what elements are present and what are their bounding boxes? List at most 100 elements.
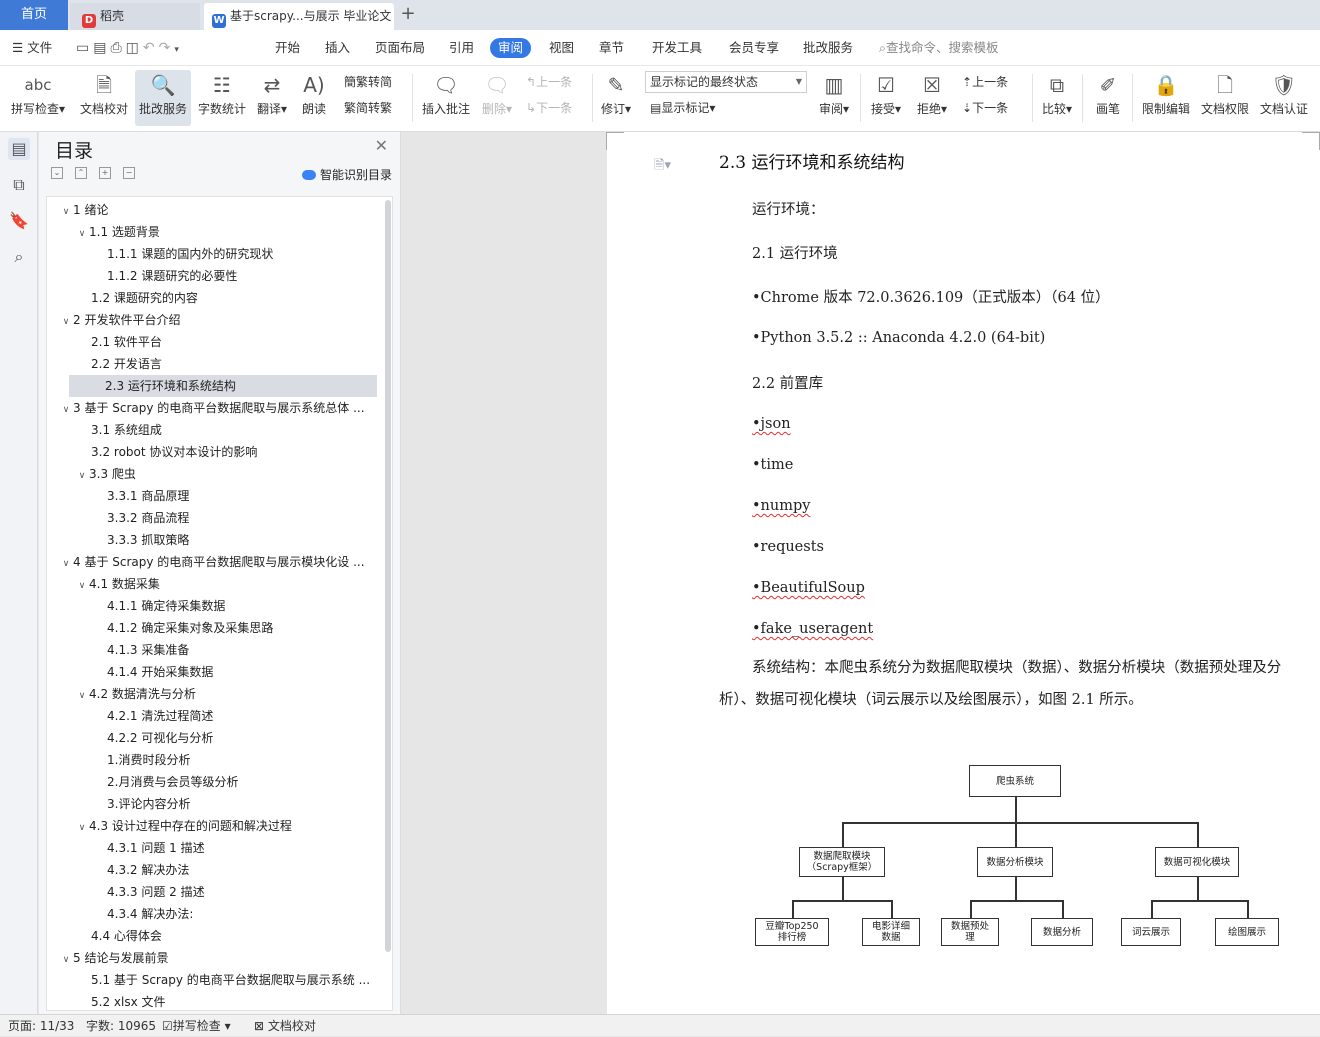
smart-toc-button[interactable]: 智能识别目录	[301, 166, 392, 183]
doc-proofread-button[interactable]: 🗎 文档校对	[76, 70, 132, 126]
pen-button[interactable]: ✐ 画笔	[1088, 70, 1128, 126]
close-icon[interactable]: ✕	[375, 136, 388, 155]
toc-item[interactable]: 3.3.1 商品原理	[47, 485, 377, 507]
chevron-down-icon[interactable]: ∨	[59, 949, 73, 969]
export-pdf-icon[interactable]: ▤	[93, 40, 110, 56]
word-count-button[interactable]: ☷ 字数统计	[194, 70, 250, 126]
file-menu[interactable]: ☰ 文件	[12, 38, 52, 58]
toc-item[interactable]: 2.2 开发语言	[47, 353, 377, 375]
toc-item[interactable]: 4.3.1 问题 1 描述	[47, 837, 377, 859]
page-indicator[interactable]: 页面: 11/33	[8, 1015, 74, 1037]
markup-state-select[interactable]: 显示标记的最终状态 ▼	[645, 71, 807, 93]
toc-panel-icon[interactable]: ▤	[8, 138, 30, 160]
toc-item[interactable]: ∨ 4.2 数据清洗与分析	[47, 683, 377, 705]
new-tab-button[interactable]: +	[398, 3, 418, 27]
menu-start[interactable]: 开始	[275, 38, 300, 58]
chevron-down-icon[interactable]: ∨	[59, 553, 73, 573]
toc-item[interactable]: ∨ 2 开发软件平台介绍	[47, 309, 377, 331]
print-icon[interactable]: ⎙	[110, 40, 125, 56]
translate-button[interactable]: ⇄ 翻译▾	[252, 70, 292, 126]
chevron-down-icon[interactable]: ∨	[59, 311, 73, 331]
menu-review[interactable]: 审阅	[490, 38, 532, 58]
read-aloud-button[interactable]: A) 朗读	[296, 70, 332, 126]
command-search[interactable]: ⌕查找命令、搜索模板	[879, 38, 999, 58]
collapse-all-icon[interactable]: ⌄	[51, 167, 63, 179]
add-level-icon[interactable]: +	[99, 167, 111, 179]
menu-insert[interactable]: 插入	[325, 38, 350, 58]
tab-daoke[interactable]: D 稻壳	[70, 3, 200, 30]
chevron-down-icon[interactable]: ∨	[59, 399, 73, 419]
spell-check-status[interactable]: ☑拼写检查 ▾	[162, 1015, 231, 1037]
toc-item[interactable]: 4.1.3 采集准备	[47, 639, 377, 661]
toc-item[interactable]: ∨ 3 基于 Scrapy 的电商平台数据爬取与展示系统总体 ...	[47, 397, 377, 419]
toc-item[interactable]: 1.2 课题研究的内容	[47, 287, 377, 309]
word-count-indicator[interactable]: 字数: 10965	[86, 1015, 156, 1037]
toc-item[interactable]: 4.2.2 可视化与分析	[47, 727, 377, 749]
print-preview-icon[interactable]: ◫	[126, 40, 143, 56]
bookmark-icon[interactable]: 🔖	[8, 210, 30, 232]
toc-item[interactable]: 4.1.2 确定采集对象及采集思路	[47, 617, 377, 639]
page-menu-icon[interactable]: 🗎▾	[654, 156, 671, 178]
toc-item[interactable]: ∨ 5 结论与发展前景	[47, 947, 377, 969]
toc-item[interactable]: 4.3.2 解决办法	[47, 859, 377, 881]
compare-button[interactable]: ⧉ 比较▾	[1038, 70, 1076, 126]
spell-check-button[interactable]: abc 拼写检查▾	[6, 70, 70, 126]
customize-dropdown-icon[interactable]: ▾	[174, 45, 183, 55]
review-pane-button[interactable]: ▥ 审阅▾	[814, 70, 854, 126]
menu-chapter[interactable]: 章节	[599, 38, 624, 58]
toc-item[interactable]: 3.2 robot 协议对本设计的影响	[47, 441, 377, 463]
chevron-down-icon[interactable]: ∨	[75, 685, 89, 705]
undo-icon[interactable]: ↶	[143, 40, 159, 56]
toc-item[interactable]: 4.1.1 确定待采集数据	[47, 595, 377, 617]
toc-item[interactable]: ∨ 3.3 爬虫	[47, 463, 377, 485]
expand-all-icon[interactable]: ⌃	[75, 167, 87, 179]
next-change-button[interactable]: ⇣下一条	[962, 98, 1008, 118]
delete-comment-button[interactable]: 🗨 删除▾	[478, 70, 516, 126]
toc-item[interactable]: ∨ 1.1 选题背景	[47, 221, 377, 243]
toc-item[interactable]: ∨ 4.1 数据采集	[47, 573, 377, 595]
tab-home[interactable]: 首页	[0, 0, 68, 30]
prev-comment-button[interactable]: ↰上一条	[526, 72, 572, 92]
doc-permission-button[interactable]: 🗋 文档权限	[1197, 70, 1253, 126]
toc-item[interactable]: 4.2.1 清洗过程简述	[47, 705, 377, 727]
toc-item[interactable]: 1.消费时段分析	[47, 749, 377, 771]
toc-item[interactable]: 3.3.2 商品流程	[47, 507, 377, 529]
proofread-status[interactable]: ⊠ 文档校对	[254, 1015, 316, 1037]
remove-level-icon[interactable]: −	[123, 167, 135, 179]
tab-document[interactable]: W 基于scrapy...与展示 毕业论文	[204, 3, 394, 30]
toc-item[interactable]: ∨ 1 绪论	[47, 199, 377, 221]
chevron-down-icon[interactable]: ∨	[75, 817, 89, 837]
prev-change-button[interactable]: ⇡上一条	[962, 72, 1008, 92]
chevron-down-icon[interactable]: ∨	[75, 575, 89, 595]
toc-scrollbar[interactable]	[385, 200, 391, 952]
simp-to-trad-button[interactable]: 繁简转繁	[344, 98, 392, 118]
menu-view[interactable]: 视图	[549, 38, 574, 58]
toc-item[interactable]: 2.1 软件平台	[47, 331, 377, 353]
accept-button[interactable]: ☑ 接受▾	[866, 70, 906, 126]
show-markup-button[interactable]: ▤显示标记▾	[650, 98, 715, 118]
toc-item[interactable]: 2.月消费与会员等级分析	[47, 771, 377, 793]
menu-member[interactable]: 会员专享	[729, 38, 779, 58]
correction-service-button[interactable]: 🔍 批改服务	[135, 70, 191, 126]
doc-certify-button[interactable]: 🛡 文档认证	[1256, 70, 1312, 126]
insert-comment-button[interactable]: 🗨 插入批注	[418, 70, 474, 126]
toc-item[interactable]: 5.1 基于 Scrapy 的电商平台数据爬取与展示系统 ...	[47, 969, 377, 991]
chevron-down-icon[interactable]: ∨	[75, 465, 89, 485]
reject-button[interactable]: ☒ 拒绝▾	[912, 70, 952, 126]
toc-item[interactable]: 3.评论内容分析	[47, 793, 377, 815]
track-changes-button[interactable]: ✎ 修订▾	[598, 70, 634, 126]
toc-item[interactable]: 4.4 心得体会	[47, 925, 377, 947]
search-icon[interactable]: ⌕	[8, 246, 30, 268]
chevron-down-icon[interactable]: ∨	[75, 223, 89, 243]
toc-item[interactable]: 4.3.4 解决办法:	[47, 903, 377, 925]
toc-item[interactable]: 2.3 运行环境和系统结构	[69, 375, 377, 397]
toc-item[interactable]: 1.1.2 课题研究的必要性	[47, 265, 377, 287]
toc-item[interactable]: 4.3.3 问题 2 描述	[47, 881, 377, 903]
toc-item[interactable]: 4.1.4 开始采集数据	[47, 661, 377, 683]
menu-references[interactable]: 引用	[449, 38, 474, 58]
toc-item[interactable]: ∨ 4.3 设计过程中存在的问题和解决过程	[47, 815, 377, 837]
redo-icon[interactable]: ↷	[159, 40, 175, 56]
chapter-nav-icon[interactable]: ⧉	[8, 174, 30, 196]
menu-developer[interactable]: 开发工具	[652, 38, 702, 58]
toc-item[interactable]: 3.1 系统组成	[47, 419, 377, 441]
